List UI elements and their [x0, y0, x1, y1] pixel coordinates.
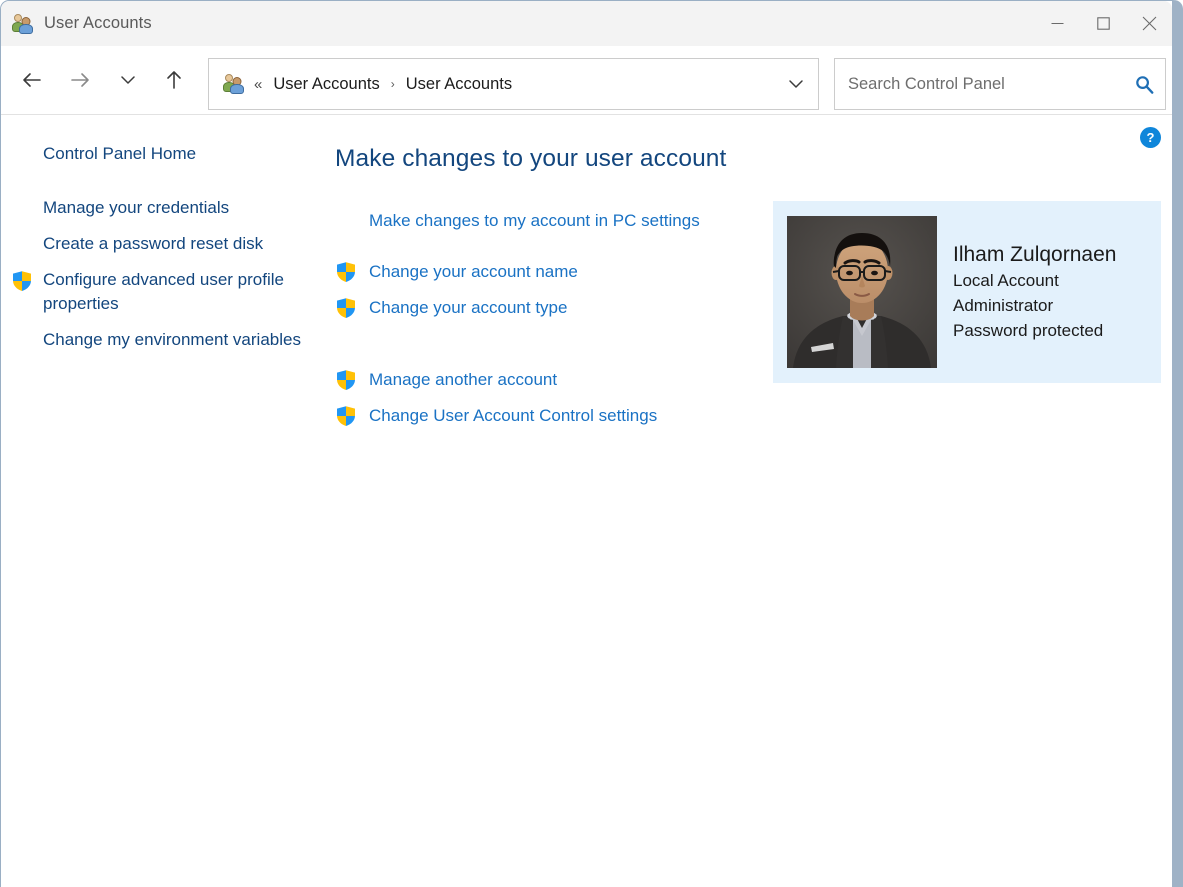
link-pc-settings[interactable]: Make changes to my account in PC setting… — [369, 211, 775, 231]
breadcrumb-item-1[interactable]: User Accounts — [406, 75, 512, 94]
sidebar-item-label: Create a password reset disk — [43, 234, 264, 253]
user-accounts-window: User Accounts « User Accounts › User Acc… — [0, 0, 1183, 887]
link-label: Change your account name — [369, 262, 578, 281]
link-manage-another-account[interactable]: Manage another account — [335, 369, 775, 391]
close-icon[interactable] — [1126, 1, 1172, 46]
breadcrumb-separator: › — [390, 77, 395, 91]
account-password-status: Password protected — [953, 321, 1104, 340]
window-controls — [1034, 1, 1172, 46]
page-title: Make changes to your user account — [335, 145, 727, 172]
shield-icon — [335, 297, 357, 319]
link-change-account-name[interactable]: Change your account name — [335, 261, 775, 283]
account-role: Administrator — [953, 296, 1054, 315]
sidebar-item-environment-variables[interactable]: Change my environment variables — [1, 328, 331, 352]
up-arrow-icon[interactable] — [154, 60, 194, 100]
search-input[interactable] — [848, 74, 1123, 94]
avatar — [787, 216, 937, 368]
account-info: Ilham Zulqornaen Local Account Administr… — [953, 241, 1116, 343]
breadcrumb-overflow[interactable]: « — [254, 76, 262, 93]
sidebar-item-label: Control Panel Home — [43, 144, 197, 163]
search-icon[interactable] — [1123, 59, 1165, 109]
sidebar-item-manage-credentials[interactable]: Manage your credentials — [1, 196, 331, 220]
sidebar-item-password-reset-disk[interactable]: Create a password reset disk — [1, 232, 331, 256]
account-summary-panel: Ilham Zulqornaen Local Account Administr… — [773, 201, 1161, 383]
link-change-uac-settings[interactable]: Change User Account Control settings — [335, 405, 775, 427]
sidebar-item-label: Change my environment variables — [43, 330, 301, 349]
back-arrow-icon[interactable] — [12, 60, 52, 100]
link-label: Change User Account Control settings — [369, 406, 658, 425]
search-box[interactable] — [834, 58, 1166, 110]
address-users-icon — [223, 73, 245, 95]
link-change-account-type[interactable]: Change your account type — [335, 297, 775, 319]
address-bar[interactable]: « User Accounts › User Accounts — [208, 58, 819, 110]
chevron-down-icon[interactable] — [108, 60, 148, 100]
shield-icon — [11, 270, 33, 292]
link-label: Manage another account — [369, 370, 558, 389]
sidebar: Control Panel Home Manage your credentia… — [1, 115, 331, 352]
shield-icon — [335, 405, 357, 427]
content-area: ? Control Panel Home Manage your credent… — [1, 115, 1172, 887]
breadcrumb-item-0[interactable]: User Accounts — [273, 75, 379, 94]
window-icon — [12, 13, 34, 35]
shield-icon — [335, 369, 357, 391]
link-label: Change your account type — [369, 298, 568, 317]
sidebar-item-label: Configure advanced user profile properti… — [43, 270, 284, 313]
forward-arrow-icon[interactable] — [60, 60, 100, 100]
minimize-icon[interactable] — [1034, 1, 1080, 46]
window-title: User Accounts — [44, 14, 152, 32]
sidebar-item-control-panel-home[interactable]: Control Panel Home — [1, 142, 331, 166]
address-chevron-down-icon[interactable] — [774, 59, 818, 109]
sidebar-item-advanced-user-profile[interactable]: Configure advanced user profile properti… — [1, 268, 331, 316]
title-bar: User Accounts — [1, 1, 1172, 46]
shield-icon — [335, 261, 357, 283]
help-button[interactable]: ? — [1140, 127, 1161, 148]
account-name: Ilham Zulqornaen — [953, 243, 1117, 266]
account-type: Local Account — [953, 271, 1059, 290]
main-column: Make changes to your user account Make c… — [335, 115, 775, 427]
sidebar-item-label: Manage your credentials — [43, 198, 230, 217]
maximize-icon[interactable] — [1080, 1, 1126, 46]
